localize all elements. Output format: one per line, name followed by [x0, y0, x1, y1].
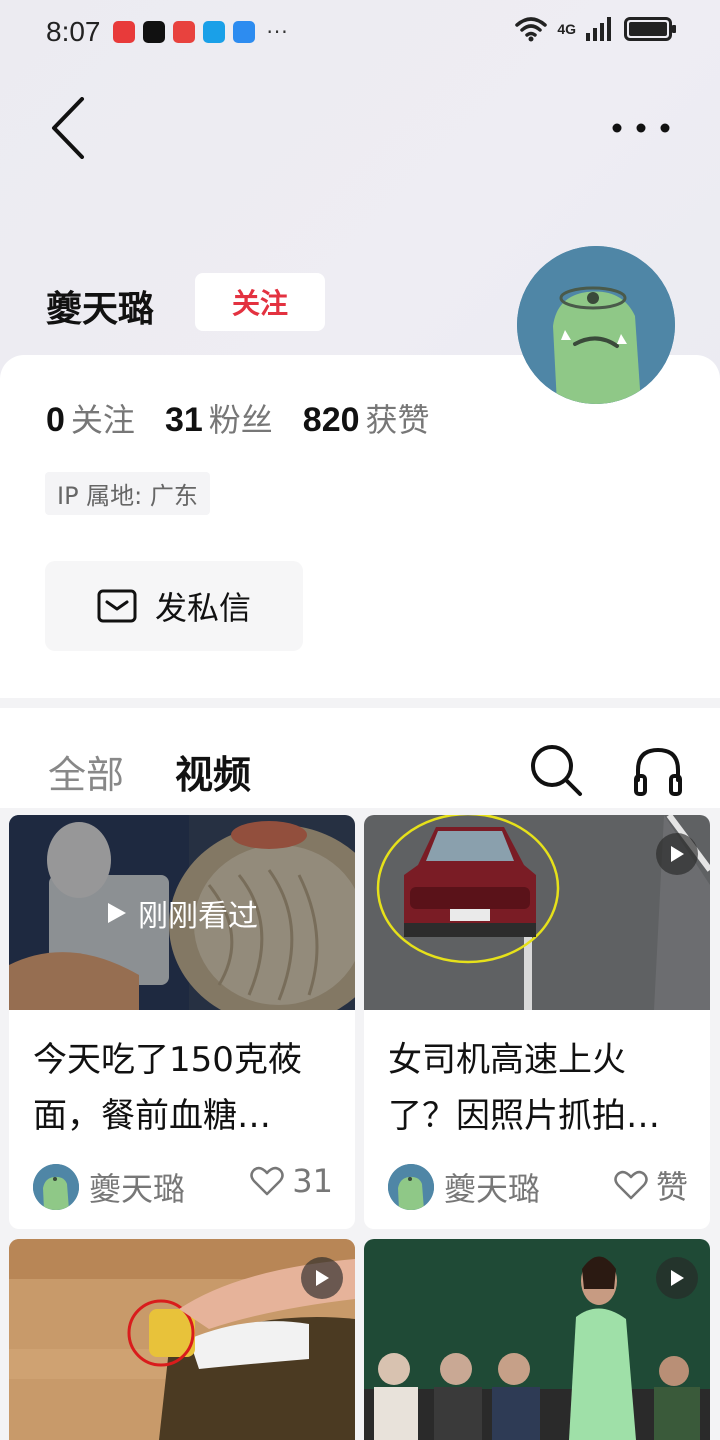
stat-following-count: 0 — [46, 401, 65, 439]
more-dots-icon — [612, 123, 670, 133]
like-button[interactable]: 31 — [250, 1162, 333, 1200]
status-bar: 8:07 ··· 4G — [0, 0, 720, 64]
like-button[interactable]: 赞 — [614, 1162, 688, 1208]
system-icons: 4G — [515, 16, 676, 42]
notification-icons: ··· — [112, 20, 289, 44]
video-thumbnail[interactable] — [364, 1239, 710, 1440]
send-message-label: 发私信 — [154, 589, 251, 627]
weather-app-icon — [232, 21, 255, 43]
recently-watched-overlay: 刚刚看过 — [9, 815, 355, 1010]
avatar[interactable] — [517, 246, 675, 404]
author-name[interactable]: 夔天璐 — [444, 1164, 540, 1210]
send-message-button[interactable]: 发私信 — [45, 561, 303, 651]
stat-followers[interactable]: 31 粉丝 — [165, 395, 273, 441]
author-avatar[interactable] — [33, 1164, 79, 1210]
video-meta: 夔天璐 赞 — [364, 1150, 710, 1224]
stat-following[interactable]: 0 关注 — [46, 395, 135, 441]
stat-followers-label: 粉丝 — [208, 401, 273, 439]
video-title[interactable]: 女司机高速上火了？因照片抓拍… — [364, 1010, 710, 1150]
play-icon — [316, 1270, 329, 1286]
video-card[interactable]: 刚刚看过 今天吃了150克莜面，餐前血糖… 夔天璐 31 — [9, 815, 355, 1229]
profile-stats: 0 关注 31 粉丝 820 获赞 — [46, 395, 430, 441]
video-card[interactable] — [364, 1239, 710, 1440]
monster-avatar-icon — [517, 246, 675, 404]
like-count: 31 — [292, 1162, 333, 1200]
profile-card: 0 关注 31 粉丝 820 获赞 IP 属地: 广东 发私信 — [0, 355, 720, 698]
like-count: 赞 — [655, 1168, 688, 1206]
stat-likes[interactable]: 820 获赞 — [303, 395, 430, 441]
follow-button[interactable]: 关注 — [195, 273, 325, 331]
listen-button[interactable] — [630, 742, 686, 798]
ip-location-badge: IP 属地: 广东 — [45, 472, 210, 515]
more-options-button[interactable] — [606, 104, 676, 152]
more-notifications-icon: ··· — [266, 20, 289, 44]
author-name[interactable]: 夔天璐 — [89, 1164, 185, 1210]
video-thumbnail[interactable] — [9, 1239, 355, 1440]
huawei-app-icon — [112, 21, 135, 43]
search-app-icon — [202, 21, 225, 43]
video-play-badge — [301, 1257, 343, 1299]
wifi-icon — [515, 17, 548, 42]
headphones-icon — [634, 747, 682, 796]
play-icon — [671, 1270, 684, 1286]
video-card[interactable] — [9, 1239, 355, 1440]
play-icon — [108, 902, 126, 923]
heart-icon — [614, 1170, 648, 1200]
search-icon — [531, 745, 582, 796]
stat-likes-label: 获赞 — [365, 401, 430, 439]
mail-icon — [97, 589, 137, 623]
tiktok-icon — [142, 21, 165, 43]
network-type: 4G — [557, 21, 576, 37]
clock: 8:07 — [46, 16, 101, 47]
play-icon — [671, 846, 684, 862]
video-thumbnail[interactable] — [364, 815, 710, 1010]
stat-followers-count: 31 — [164, 401, 203, 439]
signal-icon — [586, 17, 611, 41]
stat-likes-count: 820 — [302, 401, 360, 439]
profile-name: 夔天璐 — [46, 289, 155, 330]
monster-avatar-icon — [388, 1164, 434, 1210]
monster-avatar-icon — [33, 1164, 79, 1210]
video-thumbnail[interactable]: 刚刚看过 — [9, 815, 355, 1010]
recently-watched-label: 刚刚看过 — [138, 898, 258, 934]
video-play-badge — [656, 1257, 698, 1299]
heart-icon — [250, 1166, 285, 1196]
chevron-left-icon — [52, 97, 84, 159]
battery-icon — [624, 17, 676, 41]
content-tab-bar: 全部 视频 — [0, 708, 720, 808]
video-play-badge — [656, 833, 698, 875]
search-button[interactable] — [528, 742, 584, 798]
stat-following-label: 关注 — [70, 401, 135, 439]
video-title[interactable]: 今天吃了150克莜面，餐前血糖… — [9, 1010, 355, 1150]
books-app-icon — [172, 21, 195, 43]
video-card[interactable]: 女司机高速上火了？因照片抓拍… 夔天璐 赞 — [364, 815, 710, 1229]
author-avatar[interactable] — [388, 1164, 434, 1210]
back-button[interactable] — [44, 96, 92, 160]
tab-all[interactable]: 全部 — [48, 744, 124, 799]
video-meta: 夔天璐 31 — [9, 1150, 355, 1224]
tab-video[interactable]: 视频 — [175, 744, 251, 799]
